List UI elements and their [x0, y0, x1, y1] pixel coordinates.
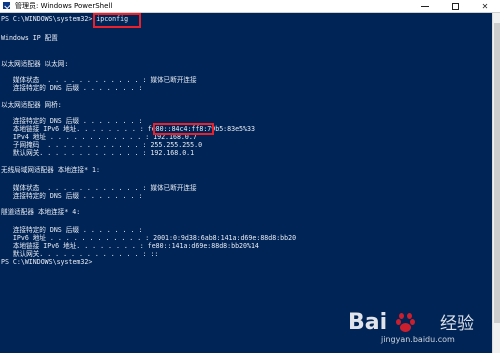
console-line: 以太网适配器 网桥:: [1, 101, 62, 109]
title-bar[interactable]: 管理员: Windows PowerShell ✕: [0, 0, 500, 13]
console-line: 隧道适配器 本地连接* 4:: [1, 208, 81, 216]
console-line: 无线局域网适配器 本地连接* 1:: [1, 166, 100, 174]
console-line: 以太网适配器 以太网:: [1, 60, 69, 68]
ipv4-highlight-box: [153, 123, 214, 135]
scrollbar-thumb[interactable]: [494, 23, 500, 323]
close-button[interactable]: ✕: [470, 0, 500, 12]
ipconfig-highlight-box: [93, 13, 141, 28]
powershell-icon: [2, 1, 11, 10]
window-title: 管理员: Windows PowerShell: [15, 2, 113, 10]
console-line: 连接特定的 DNS 后缀 . . . . . . . :: [1, 84, 143, 92]
maximize-button[interactable]: [440, 0, 470, 12]
baidu-logo-text: Bai: [348, 310, 388, 335]
vertical-scrollbar[interactable]: [492, 13, 500, 353]
window-controls: ✕: [410, 0, 500, 12]
baidu-paw-icon: [396, 313, 416, 333]
console-line: PS C:\WINDOWS\system32>: [1, 258, 93, 266]
console-line: 默认网关. . . . . . . . . . . . . : 192.168.…: [1, 149, 195, 157]
console-line: 连接特定的 DNS 后缀 . . . . . . . :: [1, 192, 143, 200]
baidu-jingyan-suffix: 经验: [440, 314, 474, 334]
baidu-jingyan-url: jingyan.baidu.com: [381, 335, 455, 344]
minimize-button[interactable]: [410, 0, 440, 12]
console-output[interactable]: PS C:\WINDOWS\system32> ipconfig Windows…: [0, 13, 492, 353]
console-line: Windows IP 配置: [1, 34, 58, 42]
baidu-jingyan-watermark: Bai 经验 jingyan.baidu.com: [348, 311, 478, 347]
powershell-window: 管理员: Windows PowerShell ✕ PS C:\WINDOWS\…: [0, 0, 500, 353]
